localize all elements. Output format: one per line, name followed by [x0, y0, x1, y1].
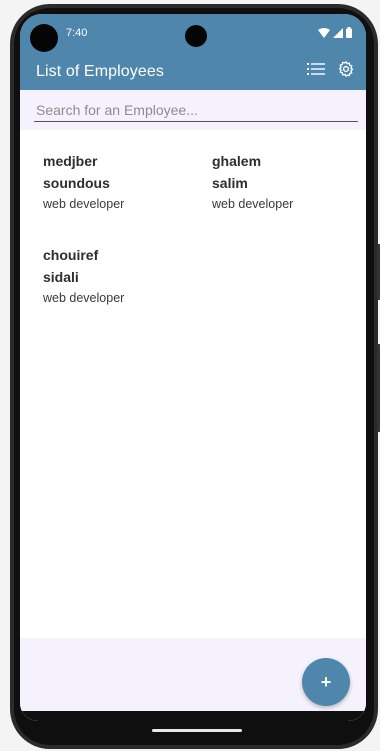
wifi-icon — [318, 25, 330, 43]
settings-button[interactable] — [336, 60, 356, 83]
front-camera — [185, 25, 207, 47]
navigation-bar — [20, 711, 366, 721]
app-bar-actions — [306, 60, 356, 83]
employee-last-name: salim — [212, 175, 248, 191]
app-bar: List of Employees — [20, 54, 366, 90]
employee-card[interactable]: chouiref sidali web developer — [43, 244, 193, 308]
employee-last-name: sidali — [43, 269, 79, 285]
employee-first-name: chouiref — [43, 247, 99, 263]
employee-card[interactable]: medjber soundous web developer — [43, 150, 193, 214]
signal-icon — [333, 25, 343, 43]
employee-first-name: medjber — [43, 153, 98, 169]
battery-icon — [346, 25, 352, 43]
gesture-handle[interactable] — [152, 729, 242, 732]
employee-role: web developer — [212, 197, 294, 211]
employee-card[interactable]: ghalem salim web developer — [212, 150, 362, 214]
search-bar — [20, 90, 366, 130]
status-icons — [318, 25, 352, 43]
employee-first-name: ghalem — [212, 153, 262, 169]
list-icon — [307, 62, 325, 81]
add-employee-button[interactable]: + — [302, 658, 350, 706]
app-screen: 7:40 List of Employees Search for an Emp… — [20, 14, 366, 721]
search-input[interactable] — [34, 98, 358, 122]
list-view-button[interactable] — [306, 61, 326, 81]
add-icon: + — [320, 671, 332, 692]
settings-icon — [337, 60, 355, 83]
employee-role: web developer — [43, 291, 125, 305]
status-time: 7:40 — [66, 27, 88, 39]
camera-cutout — [30, 24, 58, 52]
bottom-area: + — [20, 638, 366, 721]
status-bar: 7:40 — [20, 14, 366, 54]
employee-role: web developer — [43, 197, 125, 211]
page-title: List of Employees — [36, 63, 164, 80]
employee-grid: medjber soundous web developer ghalem sa… — [20, 130, 366, 638]
employee-last-name: soundous — [43, 175, 110, 191]
